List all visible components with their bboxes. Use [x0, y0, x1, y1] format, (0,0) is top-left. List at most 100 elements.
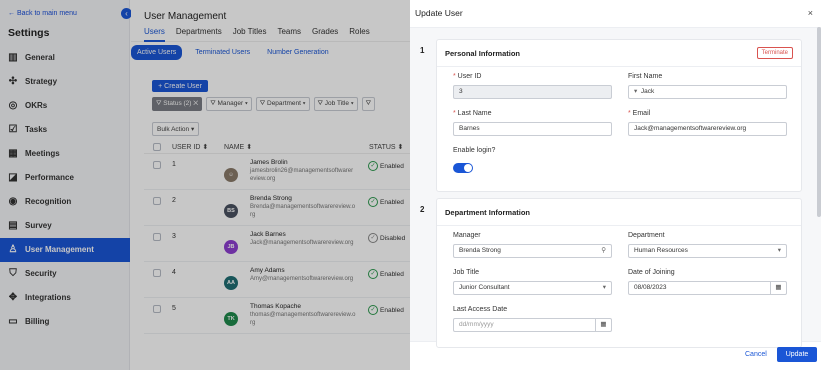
avatar: TK: [224, 312, 238, 326]
tab-departments[interactable]: Departments: [176, 27, 222, 42]
sidebar-item-integrations[interactable]: ✥ Integrations: [0, 286, 130, 310]
bulk-action-dropdown[interactable]: Bulk Action ▾: [152, 122, 200, 136]
sidebar-item-user-management[interactable]: ♙ User Management: [0, 238, 130, 262]
column-name[interactable]: NAME ⬍: [224, 143, 369, 151]
column-user-id[interactable]: USER ID ⬍: [172, 143, 224, 151]
sub-tabs: Active Users Terminated Users Number Gen…: [131, 43, 410, 61]
close-icon[interactable]: ×: [808, 8, 813, 18]
chevron-down-icon: ▾: [302, 100, 306, 107]
department-label: Department: [628, 232, 665, 239]
back-to-main-menu-link[interactable]: ← Back to main menu: [8, 10, 77, 17]
manager-filter-label: Manager: [217, 100, 244, 107]
create-user-button[interactable]: + Create User: [152, 80, 208, 92]
table-row[interactable]: 4 AA Amy Adams Amy@managementsoftwarerev…: [144, 262, 410, 298]
sidebar-nav: ▥ General ✣ Strategy ◎ OKRs ☑ Tasks ▦ Meeting…: [0, 46, 130, 334]
sidebar-item-label: Tasks: [25, 125, 48, 135]
tab-roles[interactable]: Roles: [349, 27, 369, 42]
department-select[interactable]: Human Resources ▾: [628, 244, 787, 258]
user-name: Brenda Strong: [250, 195, 292, 202]
user-name: Jack Barnes: [250, 231, 286, 238]
filter-icon: ⛛: [210, 100, 218, 107]
email-label: * Email: [628, 110, 650, 117]
user-email: Amy@managementsoftwarereview.org: [250, 276, 354, 282]
enable-login-toggle[interactable]: [453, 163, 473, 173]
sidebar-item-general[interactable]: ▥ General: [0, 46, 130, 70]
user-icon: ♙: [8, 243, 18, 255]
first-name-field[interactable]: ▾ Jack: [628, 85, 787, 99]
chart-icon: ◪: [8, 171, 18, 183]
row-checkbox[interactable]: [153, 305, 161, 313]
sidebar-item-label: Strategy: [25, 77, 58, 87]
column-status[interactable]: STATUS ⬍: [369, 143, 403, 151]
user-email: Jack@managementsoftwarereview.org: [250, 240, 354, 246]
tab-job-titles[interactable]: Job Titles: [233, 27, 267, 42]
page-title: User Management: [144, 11, 227, 22]
check-circle-icon: ✓: [368, 269, 378, 279]
last-name-label: * Last Name: [453, 110, 492, 117]
calendar-icon[interactable]: ▦: [770, 282, 786, 294]
users-table-body: 1 ☺ James Brolin jamesbrolin26@managemen…: [144, 154, 410, 334]
table-row[interactable]: 3 JB Jack Barnes Jack@managementsoftware…: [144, 226, 410, 262]
sidebar-item-label: Performance: [25, 173, 74, 183]
sidebar-item-billing[interactable]: ▭ Billing: [0, 310, 130, 334]
status-badge: ✓ Enabled: [368, 197, 404, 207]
chevron-down-icon[interactable]: ▾: [634, 88, 639, 95]
status-label: Enabled: [380, 198, 404, 206]
job-title-select[interactable]: Junior Consultant ▾: [453, 281, 612, 295]
chevron-down-icon: ▾: [777, 247, 781, 254]
more-filter[interactable]: ⛛: [361, 97, 376, 111]
row-checkbox[interactable]: [153, 197, 161, 205]
sidebar-item-label: Recognition: [25, 197, 72, 207]
department-filter[interactable]: ⛛ Department ▾: [255, 97, 310, 111]
sidebar-item-performance[interactable]: ◪ Performance: [0, 166, 130, 190]
row-checkbox[interactable]: [153, 161, 161, 169]
sidebar-item-security[interactable]: ⛉ Security: [0, 262, 130, 286]
filter-bar: ⛛ Status (2) ✕ ⛛ Manager ▾ ⛛ Department …: [152, 97, 376, 111]
last-name-value: Barnes: [459, 125, 480, 132]
tab-teams[interactable]: Teams: [277, 27, 301, 42]
row-checkbox[interactable]: [153, 233, 161, 241]
table-row[interactable]: 1 ☺ James Brolin jamesbrolin26@managemen…: [144, 154, 410, 190]
personal-information-section: Personal Information Terminate * User ID…: [436, 39, 802, 192]
user-id-cell: 4: [172, 269, 176, 276]
last-name-field[interactable]: Barnes: [453, 122, 612, 136]
update-button[interactable]: Update: [777, 347, 817, 362]
date-of-joining-field[interactable]: 08/08/2023 ▦: [628, 281, 787, 295]
subtab-active-users[interactable]: Active Users: [131, 44, 183, 60]
terminate-button[interactable]: Terminate: [756, 47, 793, 59]
check-circle-icon: ✓: [368, 233, 378, 243]
tab-users[interactable]: Users: [144, 27, 165, 42]
chevron-down-icon: ▾: [190, 126, 195, 133]
calendar-icon[interactable]: ▦: [595, 319, 611, 331]
last-access-date-field[interactable]: dd/mm/yyyy ▦: [453, 318, 612, 332]
manager-field[interactable]: Brenda Strong ⚲: [453, 244, 612, 258]
job-title-filter[interactable]: ⛛ Job Title ▾: [313, 97, 358, 111]
search-icon[interactable]: ⚲: [601, 245, 606, 257]
sidebar-item-tasks[interactable]: ☑ Tasks: [0, 118, 130, 142]
email-field[interactable]: Jack@managementsoftwarereview.org: [628, 122, 787, 136]
avatar: JB: [224, 240, 238, 254]
tab-grades[interactable]: Grades: [312, 27, 338, 42]
select-all-checkbox[interactable]: [153, 142, 161, 151]
subtab-number-generation[interactable]: Number Generation: [263, 46, 332, 59]
manager-filter[interactable]: ⛛ Manager ▾: [206, 97, 252, 111]
clear-filter-icon[interactable]: ✕: [193, 100, 198, 107]
table-row[interactable]: 2 BS Brenda Strong Brenda@managementsoft…: [144, 190, 410, 226]
sidebar-item-label: OKRs: [25, 101, 48, 111]
sidebar-item-recognition[interactable]: ◉ Recognition: [0, 190, 130, 214]
sidebar-item-meetings[interactable]: ▦ Meetings: [0, 142, 130, 166]
user-id-label: * User ID: [453, 73, 481, 80]
table-row[interactable]: 5 TK Thomas Kopache thomas@managementsof…: [144, 298, 410, 334]
sidebar-item-strategy[interactable]: ✣ Strategy: [0, 70, 130, 94]
row-checkbox[interactable]: [153, 269, 161, 277]
sidebar-item-survey[interactable]: ▤ Survey: [0, 214, 130, 238]
cancel-button[interactable]: Cancel: [745, 351, 767, 358]
integrations-icon: ✥: [8, 291, 18, 303]
sidebar-item-okrs[interactable]: ◎ OKRs: [0, 94, 130, 118]
status-filter[interactable]: ⛛ Status (2) ✕: [152, 97, 203, 111]
user-id-cell: 3: [172, 233, 176, 240]
last-access-date-placeholder: dd/mm/yyyy: [459, 321, 494, 328]
user-id-cell: 2: [172, 197, 176, 204]
panel-scrollbar[interactable]: [817, 27, 821, 217]
subtab-terminated-users[interactable]: Terminated Users: [191, 46, 254, 59]
